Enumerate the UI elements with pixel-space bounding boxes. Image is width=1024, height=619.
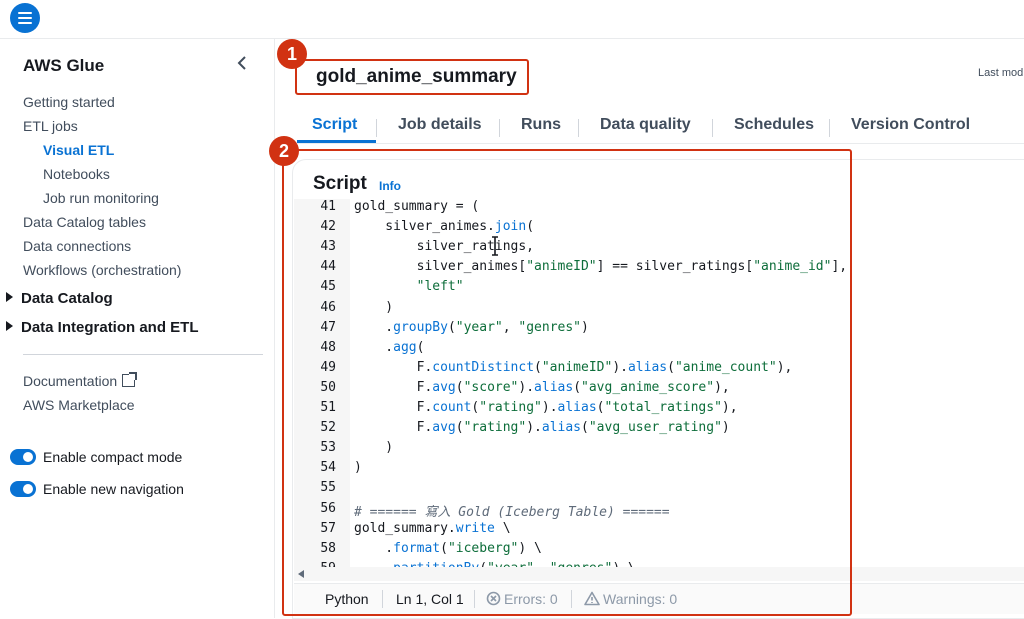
tab-separator — [376, 119, 377, 137]
tab-runs[interactable]: Runs — [521, 116, 561, 134]
top-bar — [0, 0, 1024, 39]
tab-separator — [499, 119, 500, 137]
tab-script[interactable]: Script — [312, 116, 357, 134]
callout-badge-1: 1 — [277, 39, 307, 69]
sidebar-item-notebooks[interactable]: Notebooks — [43, 166, 110, 182]
new-navigation-toggle-row[interactable]: Enable new navigation — [10, 481, 184, 497]
external-link-icon — [122, 372, 138, 387]
tab-schedules[interactable]: Schedules — [734, 116, 814, 134]
tab-separator — [829, 119, 830, 137]
sidebar-link-label: Documentation — [23, 373, 118, 389]
tab-data-quality[interactable]: Data quality — [600, 116, 691, 134]
sidebar-item-job-run-monitoring[interactable]: Job run monitoring — [43, 190, 159, 206]
sidebar-item-data-connections[interactable]: Data connections — [23, 238, 131, 254]
last-modified-label: Last mod — [978, 67, 1024, 79]
sidebar-item-etl-jobs[interactable]: ETL jobs — [23, 118, 78, 134]
tab-separator — [578, 119, 579, 137]
sidebar-section-label: Data Catalog — [21, 290, 113, 307]
tab-job-details[interactable]: Job details — [398, 116, 482, 134]
callout-badge-2: 2 — [269, 136, 299, 166]
compact-mode-toggle[interactable] — [10, 449, 36, 465]
page-title: gold_anime_summary — [316, 66, 517, 87]
sidebar-link-aws-marketplace[interactable]: AWS Marketplace — [23, 397, 135, 413]
main-content: 1 gold_anime_summary Last mod Script Job… — [269, 39, 1024, 619]
sidebar-link-documentation[interactable]: Documentation — [23, 372, 138, 389]
sidebar-section-label: Data Integration and ETL — [21, 319, 199, 336]
active-tab-indicator — [297, 140, 376, 143]
toggle-label: Enable new navigation — [43, 481, 184, 497]
sidebar-item-workflows[interactable]: Workflows (orchestration) — [23, 262, 181, 278]
tab-separator — [712, 119, 713, 137]
toggle-label: Enable compact mode — [43, 449, 183, 465]
chevron-left-icon[interactable] — [236, 55, 254, 75]
tab-version-control[interactable]: Version Control — [851, 116, 970, 134]
sidebar-item-getting-started[interactable]: Getting started — [23, 94, 115, 110]
hamburger-menu-icon[interactable] — [10, 3, 40, 33]
tab-bar: Script Job details Runs Data quality Sch… — [297, 113, 1024, 144]
sidebar-title: AWS Glue — [23, 56, 105, 75]
callout-box-script — [282, 149, 852, 616]
side-navigation: AWS Glue Getting started ETL jobs Visual… — [0, 39, 275, 618]
sidebar-section-data-catalog[interactable]: Data Catalog — [6, 290, 113, 307]
sidebar-item-data-catalog-tables[interactable]: Data Catalog tables — [23, 214, 146, 230]
new-navigation-toggle[interactable] — [10, 481, 36, 497]
sidebar-divider — [23, 354, 263, 355]
sidebar-item-visual-etl[interactable]: Visual ETL — [43, 142, 114, 158]
caret-right-icon — [6, 292, 13, 302]
sidebar-section-data-integration[interactable]: Data Integration and ETL — [6, 319, 199, 336]
compact-mode-toggle-row[interactable]: Enable compact mode — [10, 449, 182, 465]
caret-right-icon — [6, 321, 13, 331]
